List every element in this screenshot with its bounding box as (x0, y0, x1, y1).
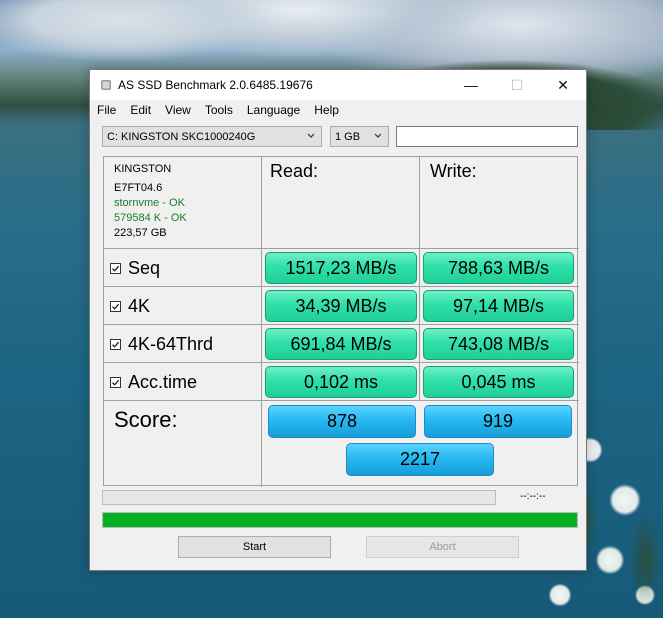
overall-progress-fill (103, 513, 577, 527)
minimize-button[interactable]: — (448, 70, 494, 100)
maximize-button: ☐ (494, 70, 540, 100)
4k64-write-result: 743,08 MB/s (423, 328, 574, 360)
seq-write-value: 788,63 MB/s (447, 257, 550, 278)
ssd-drive-icon (100, 79, 112, 91)
start-button-label: Start (242, 541, 267, 553)
abort-button-label: Abort (429, 541, 456, 553)
4k-write-result: 97,14 MB/s (423, 290, 574, 322)
seq-write-result: 788,63 MB/s (423, 252, 574, 284)
chevron-down-icon (305, 130, 317, 142)
test-size-select[interactable]: 1 GB (330, 126, 389, 147)
test-size-select-value: 1 GB (335, 130, 361, 143)
checkmark-icon (112, 341, 120, 348)
seq-read-result: 1517,23 MB/s (265, 252, 417, 284)
elapsed-time: --:--:-- (520, 491, 546, 502)
maximize-icon: ☐ (510, 76, 524, 93)
4k-read-value: 34,39 MB/s (295, 295, 387, 316)
drive-model: KINGSTON (114, 163, 172, 175)
acctime-read-value: 0,102 ms (303, 371, 379, 392)
score-label-cell: Score: (104, 401, 262, 487)
4k64-read-cell: 691,84 MB/s (262, 325, 420, 363)
close-icon: ✕ (557, 76, 569, 93)
checkbox-acctime[interactable] (110, 377, 121, 388)
acctime-read-result: 0,102 ms (265, 366, 417, 398)
checkmark-icon (112, 303, 120, 310)
drive-capacity: 223,57 GB (114, 227, 167, 239)
seq-read-value: 1517,23 MB/s (285, 257, 397, 278)
4k64-write-value: 743,08 MB/s (447, 333, 550, 354)
as-ssd-window: AS SSD Benchmark 2.0.6485.19676 — ☐ ✕ Fi… (89, 69, 587, 571)
4k64-read-value: 691,84 MB/s (290, 333, 392, 354)
4k64-label: 4K-64Thrd (128, 334, 214, 354)
acctime-label: Acc.time (128, 372, 198, 392)
4k-read-result: 34,39 MB/s (265, 290, 417, 322)
4k64-read-result: 691,84 MB/s (265, 328, 417, 360)
drive-firmware: E7FT04.6 (114, 182, 163, 194)
seq-write-cell: 788,63 MB/s (420, 249, 579, 287)
score-write-value: 919 (482, 411, 514, 431)
4k-write-value: 97,14 MB/s (452, 295, 545, 316)
acctime-write-result: 0,045 ms (423, 366, 574, 398)
start-button[interactable]: Start (178, 536, 331, 558)
row-label-acctime-cell: Acc.time (104, 363, 262, 401)
score-read-value: 878 (326, 411, 358, 431)
seq-label: Seq (128, 258, 161, 278)
row-label-4k: 4K (110, 296, 150, 317)
4k-read-cell: 34,39 MB/s (262, 287, 420, 325)
score-total-value: 2217 (399, 449, 441, 469)
row-label-acctime: Acc.time (110, 372, 197, 393)
drive-select[interactable]: C: KINGSTON SKC1000240G (102, 126, 322, 147)
score-total: 2217 (346, 443, 494, 476)
row-label-seq: Seq (110, 258, 160, 279)
title-bar[interactable]: AS SSD Benchmark 2.0.6485.19676 — ☐ ✕ (90, 70, 586, 100)
score-read: 878 (268, 405, 416, 438)
test-progress-bar (102, 490, 496, 505)
checkmark-icon (112, 265, 120, 272)
window-controls: — ☐ ✕ (448, 70, 586, 100)
read-header-cell: Read: (262, 157, 420, 249)
score-label: Score: (114, 407, 178, 432)
text-field[interactable] (396, 126, 578, 147)
minimize-icon: — (464, 77, 478, 93)
menu-edit[interactable]: Edit (130, 103, 151, 117)
menu-help[interactable]: Help (314, 103, 339, 117)
4k64-write-cell: 743,08 MB/s (420, 325, 579, 363)
checkmark-icon (112, 379, 120, 386)
checkbox-4k64[interactable] (110, 339, 121, 350)
drive-select-value: C: KINGSTON SKC1000240G (107, 130, 256, 143)
drive-info-cell: KINGSTON E7FT04.6 stornvme - OK 579584 K… (104, 157, 262, 249)
row-label-4k64-cell: 4K-64Thrd (104, 325, 262, 363)
write-header: Write: (430, 161, 477, 181)
checkbox-seq[interactable] (110, 263, 121, 274)
menu-language[interactable]: Language (247, 103, 300, 117)
menu-tools[interactable]: Tools (205, 103, 233, 117)
acctime-write-cell: 0,045 ms (420, 363, 579, 401)
close-button[interactable]: ✕ (540, 70, 586, 100)
chevron-down-icon (372, 130, 384, 142)
row-label-4k64: 4K-64Thrd (110, 334, 213, 355)
acctime-read-cell: 0,102 ms (262, 363, 420, 401)
4k-write-cell: 97,14 MB/s (420, 287, 579, 325)
acctime-write-value: 0,045 ms (461, 371, 536, 392)
4k-label: 4K (128, 296, 151, 316)
read-header: Read: (270, 161, 319, 181)
results-grid: KINGSTON E7FT04.6 stornvme - OK 579584 K… (103, 156, 579, 487)
abort-button: Abort (366, 536, 519, 558)
score-values-cell: 878 919 2217 (262, 401, 579, 487)
overall-progress-bar (102, 512, 578, 528)
menu-view[interactable]: View (165, 103, 191, 117)
seq-read-cell: 1517,23 MB/s (262, 249, 420, 287)
window-title: AS SSD Benchmark 2.0.6485.19676 (118, 78, 313, 92)
write-header-cell: Write: (420, 157, 579, 249)
score-write: 919 (424, 405, 572, 438)
menu-bar: File Edit View Tools Language Help (90, 100, 586, 120)
controls-row: C: KINGSTON SKC1000240G 1 GB (102, 126, 578, 148)
row-label-4k-cell: 4K (104, 287, 262, 325)
row-label-seq-cell: Seq (104, 249, 262, 287)
menu-file[interactable]: File (97, 103, 116, 117)
alignment-status: 579584 K - OK (114, 212, 187, 224)
driver-status: stornvme - OK (114, 197, 185, 209)
checkbox-4k[interactable] (110, 301, 121, 312)
